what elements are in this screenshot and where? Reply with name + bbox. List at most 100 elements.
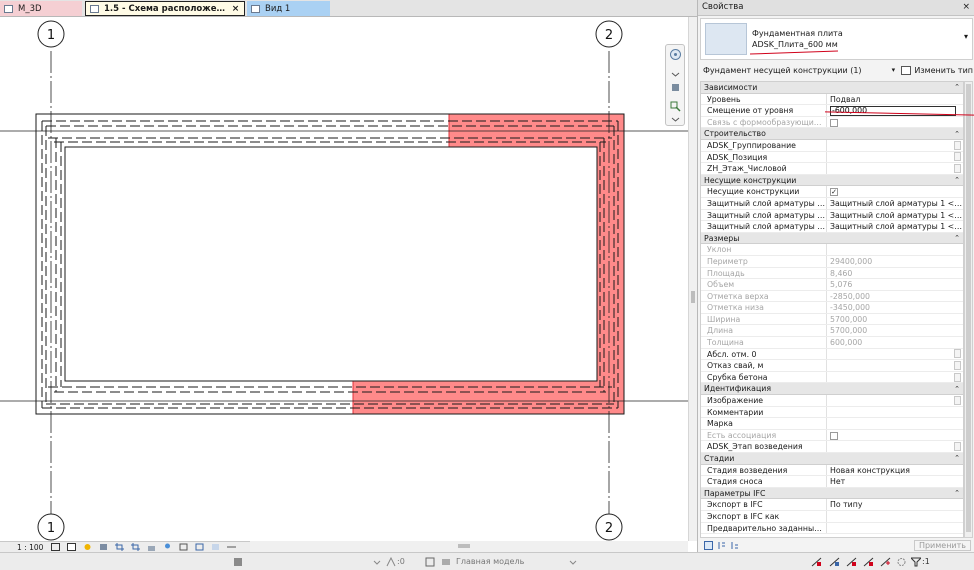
property-row[interactable]: Срубка бетона (701, 371, 963, 384)
zoom-icon[interactable] (669, 100, 682, 113)
scroll-thumb[interactable] (966, 84, 971, 532)
property-row[interactable]: ADSK_Этап возведения (701, 441, 963, 453)
property-row[interactable]: Стадия возведения Новая конструкция (701, 464, 963, 477)
chevron-down-icon[interactable] (569, 557, 577, 567)
property-row[interactable]: Экспорт в IFC По типу (701, 499, 963, 511)
properties-help-icon[interactable] (704, 541, 713, 550)
collapse-icon[interactable]: ⌃ (951, 234, 963, 242)
tab-active-plan-view[interactable]: 1.5 - Схема расположения рост... × (85, 1, 245, 16)
sort-ascending-icon[interactable] (717, 541, 726, 550)
property-value-cell[interactable] (827, 407, 963, 418)
property-group-header[interactable]: Зависимости ⌃ (701, 82, 963, 94)
tab-3d-view[interactable]: M_3D (0, 1, 82, 16)
property-group-header[interactable]: Несущие конструкции ⌃ (701, 174, 963, 187)
temporary-view-icon[interactable] (195, 543, 204, 551)
property-row[interactable]: Отказ свай, м (701, 360, 963, 372)
checkbox[interactable]: ✓ (830, 188, 838, 197)
sort-descending-icon[interactable] (730, 541, 739, 550)
property-row[interactable]: Комментарии (701, 406, 963, 419)
property-row[interactable]: Изображение (701, 395, 963, 407)
property-row[interactable]: Предварительно заданный тип I... (701, 522, 963, 535)
nav-menu-icon[interactable] (669, 67, 682, 80)
property-value-cell[interactable] (827, 349, 954, 360)
property-row[interactable]: Защитный слой арматуры - Ни...Защитный с… (701, 209, 963, 222)
view-cube-icon[interactable] (669, 48, 682, 61)
property-row[interactable]: Несущие конструкции ✓ (701, 186, 963, 198)
visual-style-icon[interactable] (67, 543, 77, 551)
collapse-icon[interactable]: ⌃ (951, 176, 963, 184)
property-value-cell[interactable] (827, 152, 954, 163)
apply-button[interactable]: Применить (913, 540, 971, 551)
edit-value-button[interactable] (954, 349, 961, 359)
property-value-cell[interactable]: Защитный слой арматуры 1 <25... (827, 210, 963, 221)
close-icon[interactable]: × (962, 0, 970, 15)
edit-value-button[interactable] (954, 372, 961, 382)
property-value-cell[interactable] (827, 395, 954, 406)
chevron-down-icon[interactable]: ▾ (964, 32, 968, 41)
select-pinned-icon[interactable] (846, 557, 857, 567)
main-model-label[interactable]: Главная модель (456, 557, 524, 566)
properties-scrollbar[interactable] (964, 81, 973, 538)
drawing-horizontal-scrollbar[interactable] (250, 541, 688, 552)
crop-view-icon[interactable] (115, 543, 125, 551)
property-value-cell[interactable]: Защитный слой арматуры 1 <25... (827, 198, 963, 209)
property-row[interactable]: ADSK_Позиция (701, 151, 963, 164)
design-options-icon[interactable] (441, 557, 451, 567)
property-value-cell[interactable] (827, 511, 963, 522)
property-group-header[interactable]: Строительство ⌃ (701, 128, 963, 140)
chevron-down-icon[interactable]: ▾ (892, 66, 902, 74)
pan-icon[interactable] (669, 81, 682, 94)
property-value-cell[interactable]: ✓ (827, 186, 963, 197)
property-value-cell[interactable] (827, 372, 954, 383)
lock-3d-icon[interactable] (147, 543, 156, 551)
property-group-header[interactable]: Идентификация ⌃ (701, 383, 963, 396)
collapse-icon[interactable]: ⌃ (951, 83, 963, 91)
show-crop-icon[interactable] (131, 543, 141, 551)
property-row[interactable]: Уровень Подвал (701, 93, 963, 106)
property-row[interactable]: ZH_Этаж_Числовой (701, 163, 963, 175)
zoom-menu-icon[interactable] (669, 113, 682, 126)
worksharing-icon[interactable] (233, 557, 243, 567)
analytical-model-icon[interactable] (211, 543, 220, 551)
grid-bubble-2-top[interactable]: 2 (595, 20, 623, 48)
background-process-icon[interactable] (896, 557, 907, 567)
selected-foundation-slab[interactable] (352, 113, 625, 415)
drawing-vertical-scrollbar[interactable] (688, 17, 697, 541)
property-value-cell[interactable] (827, 418, 963, 429)
property-row[interactable]: Марка (701, 418, 963, 430)
property-value-cell[interactable]: Защитный слой арматуры 1 <25... (827, 221, 963, 232)
property-value-cell[interactable]: По типу (827, 499, 963, 510)
edit-value-button[interactable] (954, 395, 961, 405)
property-value-cell[interactable]: Подвал (827, 94, 963, 105)
edit-value-button[interactable] (954, 361, 961, 371)
active-workset-icon[interactable] (386, 556, 396, 567)
property-group-header[interactable]: Стадии ⌃ (701, 453, 963, 465)
property-value-cell[interactable] (827, 360, 954, 371)
drawing-area[interactable]: 1 2 1 2 (0, 17, 688, 541)
scroll-thumb[interactable] (691, 291, 695, 303)
select-underlay-icon[interactable] (829, 557, 840, 567)
edit-value-button[interactable] (954, 152, 961, 162)
property-value-cell[interactable] (827, 163, 954, 174)
select-by-face-icon[interactable] (863, 557, 874, 567)
property-value-cell[interactable]: Новая конструкция (827, 465, 963, 476)
property-row[interactable]: Защитный слой арматуры - Др...Защитный с… (701, 221, 963, 233)
edit-value-button[interactable] (954, 442, 961, 452)
view-scale[interactable]: 1 : 100 (17, 543, 43, 552)
property-value-cell[interactable] (827, 140, 954, 151)
edit-value-button[interactable] (954, 163, 961, 173)
close-tab-icon[interactable]: × (231, 4, 240, 14)
edit-type-button[interactable]: Изменить тип (901, 65, 973, 75)
property-row[interactable]: Абсл. отм. 0 (701, 348, 963, 361)
property-row[interactable]: Экспорт в IFC как (701, 510, 963, 523)
select-links-icon[interactable] (811, 557, 822, 567)
grid-bubble-2-bottom[interactable]: 2 (595, 513, 623, 541)
type-selector[interactable]: Фундаментная плита ADSK_Плита_600 мм ▾ (700, 18, 973, 60)
collapse-icon[interactable]: ⌃ (951, 489, 963, 497)
shadows-icon[interactable] (99, 543, 108, 551)
property-value-cell[interactable] (827, 441, 954, 452)
edit-value-button[interactable] (954, 140, 961, 150)
property-value-cell[interactable]: Нет (827, 476, 963, 487)
drag-on-selection-icon[interactable] (880, 557, 891, 567)
property-group-header[interactable]: Размеры ⌃ (701, 232, 963, 245)
